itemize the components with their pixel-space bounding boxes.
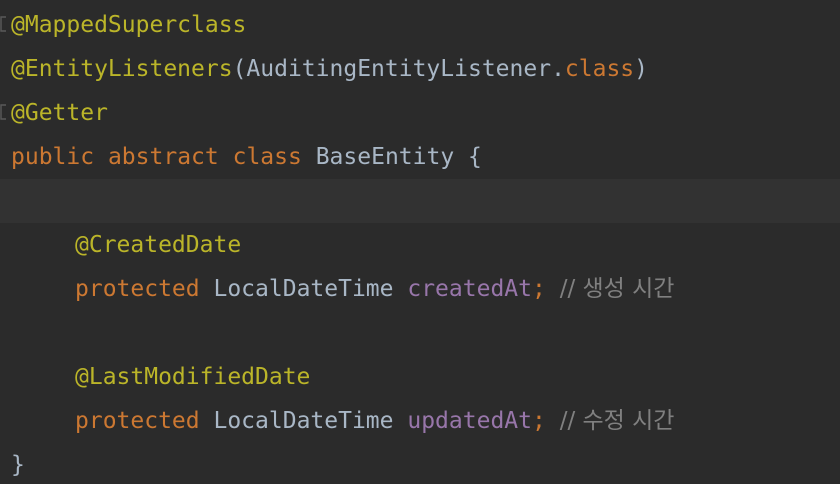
dot-operator: . (551, 56, 565, 82)
annotation-mapped-superclass: @MappedSuperclass (11, 12, 247, 38)
annotation-created-date: @CreatedDate (75, 232, 242, 258)
keyword-public: public (11, 144, 95, 170)
field-created-at: createdAt (407, 276, 532, 302)
code-line-9[interactable]: @LastModifiedDate (0, 355, 840, 399)
brace-open: { (468, 144, 482, 170)
brace-close: } (11, 452, 25, 478)
keyword-class: class (232, 144, 302, 170)
paren-open: ( (232, 56, 247, 82)
semicolon: ; (531, 276, 546, 302)
code-line-2[interactable]: @EntityListeners(AuditingEntityListener.… (0, 47, 840, 91)
field-updated-at: updatedAt (407, 408, 532, 434)
code-editor[interactable]: @MappedSuperclass @EntityListeners(Audit… (0, 0, 840, 484)
comment-created-time: // 생성 시간 (559, 276, 675, 302)
type-local-date-time: LocalDateTime (213, 408, 394, 434)
keyword-protected: protected (75, 408, 200, 434)
code-line-8[interactable] (0, 311, 840, 355)
fold-marker-icon[interactable] (0, 104, 7, 120)
code-line-3[interactable]: @Getter (0, 91, 840, 135)
annotation-getter: @Getter (11, 100, 108, 126)
annotation-entity-listeners: @EntityListeners (11, 56, 233, 82)
type-local-date-time: LocalDateTime (213, 276, 394, 302)
code-line-4[interactable]: public abstract class BaseEntity { (0, 135, 840, 179)
class-name: BaseEntity (315, 144, 455, 170)
code-line-6[interactable]: @CreatedDate (0, 223, 840, 267)
keyword-abstract: abstract (107, 144, 219, 170)
paren-close: ) (634, 56, 649, 82)
code-line-1[interactable]: @MappedSuperclass (0, 3, 840, 47)
fold-marker-icon[interactable] (0, 16, 7, 32)
listener-class-name: AuditingEntityListener (246, 56, 552, 82)
code-line-10[interactable]: protected LocalDateTime updatedAt; // 수정… (0, 399, 840, 443)
comment-updated-time: // 수정 시간 (559, 408, 675, 434)
code-line-7[interactable]: protected LocalDateTime createdAt; // 생성… (0, 267, 840, 311)
annotation-last-modified-date: @LastModifiedDate (75, 364, 311, 390)
code-line-11[interactable]: } (0, 443, 840, 484)
class-literal-keyword: class (564, 56, 635, 82)
code-line-5-current[interactable] (0, 179, 840, 223)
keyword-protected: protected (75, 276, 200, 302)
semicolon: ; (531, 408, 546, 434)
